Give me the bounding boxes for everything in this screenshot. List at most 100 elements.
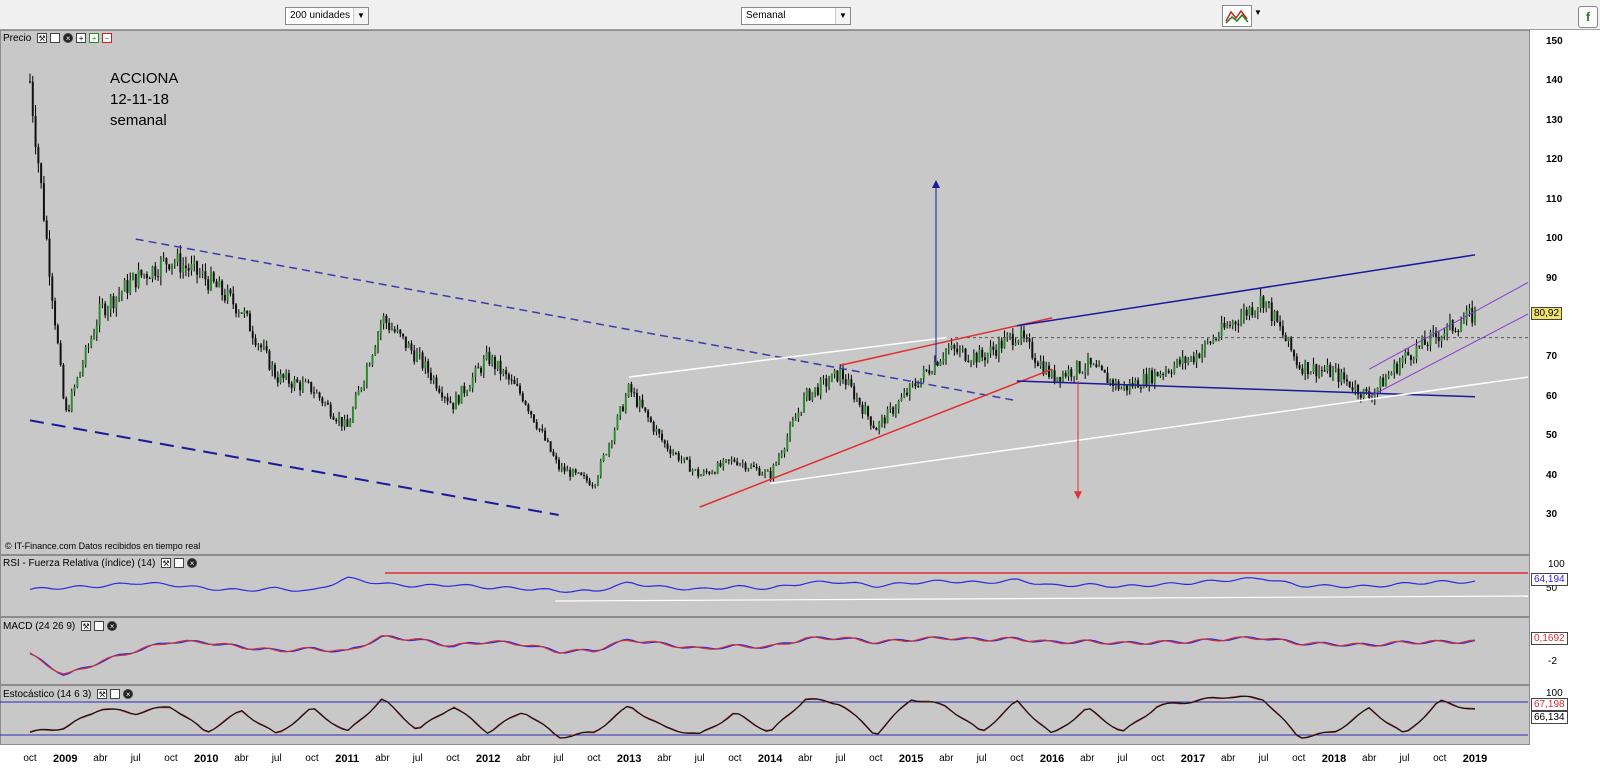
ohlc-bar-down <box>583 475 586 477</box>
ohlc-bar-up <box>143 274 146 276</box>
ohlc-bar-down <box>296 379 299 383</box>
ohlc-bar-up <box>190 264 193 271</box>
ohlc-bar-up <box>783 448 786 454</box>
ohlc-bar-down <box>995 349 998 356</box>
window-icon[interactable] <box>174 558 185 569</box>
y-tick-label: 50 <box>1546 430 1558 442</box>
ohlc-bar-down <box>981 349 984 358</box>
ohlc-bar-down <box>42 183 45 221</box>
close-icon[interactable]: × <box>63 33 74 44</box>
ohlc-bar-down <box>37 146 40 164</box>
ohlc-bar-up <box>271 364 274 370</box>
ohlc-bar-down <box>816 387 819 395</box>
ohlc-bar-down <box>914 383 917 387</box>
x-tick-label: oct <box>728 753 742 764</box>
add-icon[interactable]: + <box>76 33 87 44</box>
x-tick-label: 2018 <box>1321 753 1347 765</box>
wrench-icon[interactable]: ⚒ <box>37 33 48 44</box>
up-arrowhead-icon <box>932 179 940 188</box>
ohlc-bar-up <box>1326 364 1329 371</box>
ohlc-bar-up <box>1254 311 1257 316</box>
ohlc-bar-up <box>1086 357 1089 370</box>
x-tick-label: jul <box>1399 753 1410 764</box>
ohlc-bar-up <box>655 429 658 432</box>
ohlc-bar-down <box>265 346 268 351</box>
y-tick-label: 140 <box>1546 75 1563 87</box>
ohlc-bar-up <box>638 399 641 407</box>
price-panel-label: Precio <box>3 33 32 44</box>
y-tick-label: 120 <box>1546 154 1563 166</box>
ohlc-bar-up <box>285 373 288 378</box>
ohlc-bar-up <box>691 469 694 472</box>
ohlc-bar-up <box>115 297 118 309</box>
ohlc-bar-up <box>1387 375 1390 378</box>
ohlc-bar-up <box>76 377 79 387</box>
x-tick-label: jul <box>976 753 987 764</box>
window-icon[interactable] <box>110 689 121 700</box>
ohlc-bar-down <box>1301 368 1304 374</box>
ohlc-bar-up <box>137 269 140 288</box>
ohlc-bar-up <box>201 271 204 274</box>
ohlc-bar-up <box>129 280 132 294</box>
ohlc-bar-up <box>338 416 341 422</box>
ohlc-bar-down <box>1437 336 1440 342</box>
y-tick-label: 90 <box>1546 272 1558 284</box>
ohlc-bar-up <box>1390 372 1393 376</box>
ohlc-bar-down <box>421 352 424 369</box>
stoch-value-badge: 66,134 <box>1531 711 1568 724</box>
ohlc-bar-up <box>237 312 240 314</box>
ohlc-bar-down <box>538 428 541 430</box>
ohlc-bar-down <box>307 381 310 383</box>
ohlc-bar-down <box>507 374 510 380</box>
ohlc-bar-up <box>711 472 714 474</box>
ohlc-bar-up <box>357 390 360 396</box>
rsi-panel-label: RSI - Fuerza Relativa (índice) (14) <box>3 558 156 569</box>
close-icon[interactable]: × <box>107 621 118 632</box>
ohlc-bar-down <box>154 266 157 277</box>
ohlc-bar-down <box>867 406 870 417</box>
ohlc-bar-down <box>51 276 54 301</box>
wrench-icon[interactable]: ⚒ <box>81 621 92 632</box>
ohlc-bar-up <box>193 261 196 265</box>
ohlc-bar-down <box>463 385 466 394</box>
ohlc-bar-up <box>1354 384 1357 391</box>
ohlc-bar-down <box>858 397 861 405</box>
ohlc-bar-down <box>563 466 566 472</box>
ohlc-bar-down <box>928 370 931 374</box>
x-tick-label: abr <box>939 753 954 764</box>
ohlc-bar-up <box>1003 337 1006 349</box>
x-tick-label: 2013 <box>616 753 642 765</box>
ohlc-bar-up <box>176 253 179 263</box>
remove-icon[interactable]: − <box>102 33 113 44</box>
wrench-icon[interactable]: ⚒ <box>161 558 172 569</box>
ohlc-bar-down <box>1178 359 1181 365</box>
window-icon[interactable] <box>50 33 61 44</box>
wrench-icon[interactable]: ⚒ <box>97 689 108 700</box>
ohlc-bar-down <box>399 329 402 334</box>
close-icon[interactable]: × <box>187 558 198 569</box>
close-icon[interactable]: × <box>123 689 134 700</box>
ohlc-bar-up <box>961 348 964 350</box>
ohlc-bar-down <box>1454 330 1457 332</box>
ohlc-bar-down <box>385 315 388 323</box>
ohlc-bar-up <box>970 361 973 363</box>
ohlc-bar-down <box>917 386 920 388</box>
ohlc-bar-down <box>769 470 772 479</box>
ohlc-bar-up <box>118 294 121 298</box>
ohlc-bar-down <box>1343 372 1346 380</box>
ohlc-bar-up <box>605 454 608 456</box>
macd-panel-label: MACD (24 26 9) <box>3 621 76 632</box>
window-icon[interactable] <box>94 621 105 632</box>
ohlc-bar-up <box>830 373 833 382</box>
ohlc-bar-up <box>1153 372 1156 384</box>
ohlc-bar-up <box>610 441 613 444</box>
export-icon[interactable]: + <box>89 33 100 44</box>
trendline <box>135 238 1017 402</box>
ohlc-bar-down <box>1365 388 1368 392</box>
ohlc-bar-up <box>1443 333 1446 337</box>
ohlc-bar-up <box>1231 321 1234 326</box>
ohlc-bar-up <box>764 471 767 475</box>
ohlc-bar-up <box>1334 368 1337 370</box>
ohlc-bar-up <box>1393 363 1396 373</box>
ohlc-bar-up <box>132 273 135 281</box>
